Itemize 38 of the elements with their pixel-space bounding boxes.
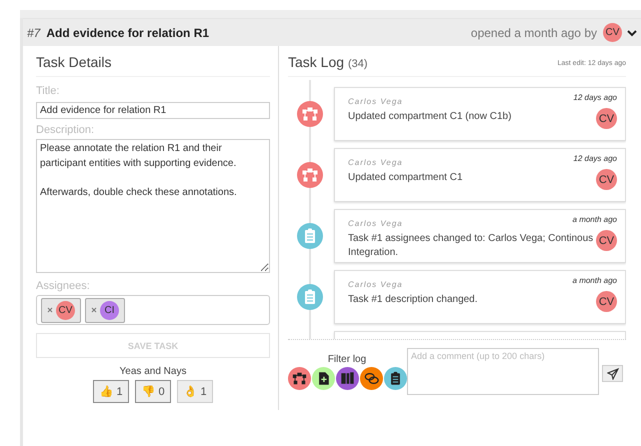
log-message: Task #1 assignees changed to: Carlos Vega; Continous Integration.	[348, 232, 594, 259]
issue-title: Add evidence for relation R1	[46, 26, 210, 40]
filter-label: Filter log	[328, 354, 366, 365]
avatar: CV	[596, 108, 617, 129]
reactions-label: Yeas and Nays	[118, 366, 188, 377]
section-heading: Task Log (34)	[288, 54, 368, 72]
timestamp: 12 days ago	[573, 154, 617, 165]
author-name: Carlos Vega	[348, 280, 403, 289]
avatar: CI	[100, 300, 119, 320]
avatar: CV	[596, 291, 617, 312]
reaction-button[interactable]: 👍 1	[93, 380, 129, 403]
reaction-button[interactable]: 👌 1	[177, 380, 213, 403]
description-field[interactable]: Please annotate the relation R1 and their participant entities with supporting evidence. Afterwards, double check these annotations.	[36, 139, 270, 273]
avatar: CV	[56, 300, 75, 320]
log-message: Updated compartment C1 (now C1b)	[348, 110, 512, 124]
reaction-button[interactable]: 👎 0	[135, 380, 171, 403]
author-name: Carlos Vega	[348, 97, 403, 106]
assignees-field[interactable]: CV CI	[36, 295, 270, 325]
timestamp: a month ago	[572, 215, 617, 226]
avatar: CV	[596, 230, 617, 251]
comment-field[interactable]: Add a comment (up to 200 chars)	[407, 348, 599, 395]
section-heading: Task Details	[36, 54, 270, 77]
avatar: CV	[596, 169, 617, 190]
field-label: Title:	[36, 85, 60, 97]
log-message: Updated compartment C1	[348, 171, 463, 184]
assignee-chip[interactable]: CI	[85, 298, 125, 322]
opened-text: opened a month ago by	[470, 26, 597, 40]
author-name: Carlos Vega	[348, 219, 403, 228]
timestamp: 12 days ago	[573, 93, 617, 104]
issue-number: #7	[27, 26, 40, 40]
assignee-chip[interactable]: CV	[41, 298, 81, 322]
avatar: CV	[603, 23, 622, 42]
author-name: Carlos Vega	[348, 158, 403, 167]
log-message: Task #1 description changed.	[348, 293, 478, 306]
timestamp: a month ago	[572, 276, 617, 287]
field-label: Description:	[36, 124, 96, 136]
field-label: Assignees:	[36, 280, 91, 292]
title-field[interactable]: Add evidence for relation R1	[36, 102, 270, 119]
